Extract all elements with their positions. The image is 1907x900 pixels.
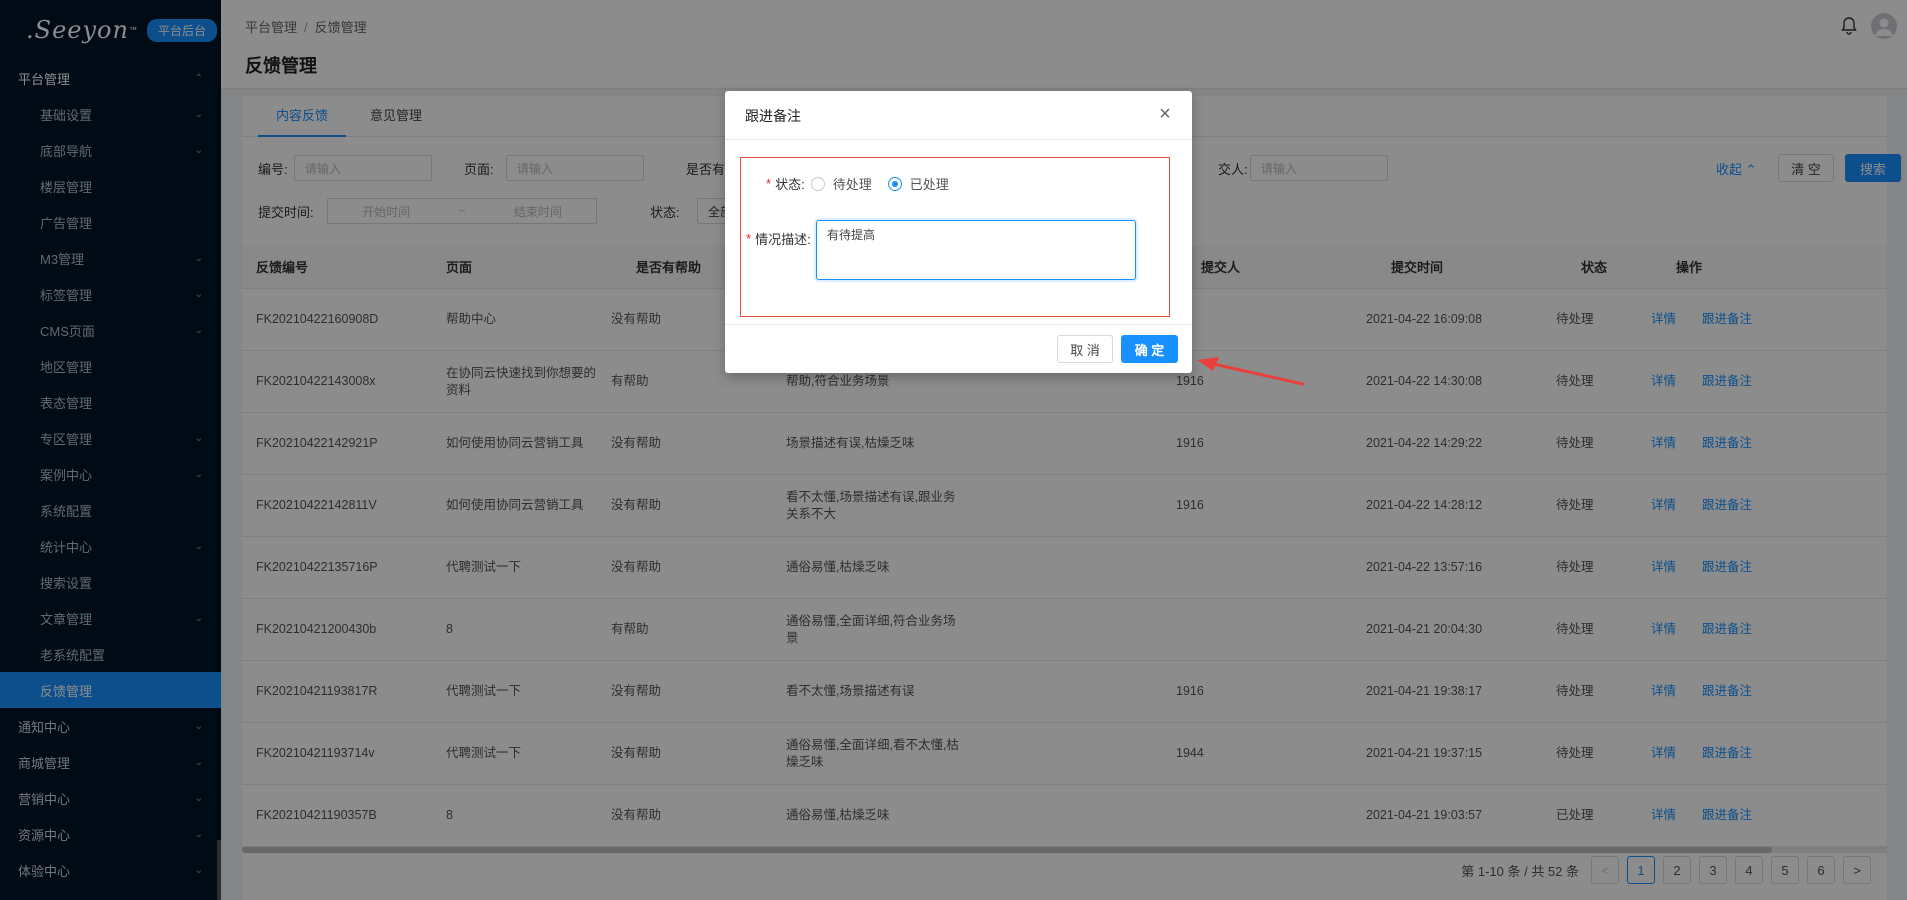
cancel-button[interactable]: 取 消: [1057, 335, 1113, 363]
close-icon[interactable]: ×: [1154, 103, 1176, 125]
desc-form-row: * 情况描述:: [746, 231, 811, 247]
status-field-label: 状态:: [775, 177, 805, 192]
modal-footer: 取 消 确 定: [725, 324, 1192, 373]
radio-checked-icon: [887, 176, 902, 191]
follow-up-note-modal: 跟进备注 × * 状态: 待处理 已处理 * 情况描述: 有待提高 取 消 确 …: [725, 91, 1192, 373]
radio-pending[interactable]: 待处理: [810, 174, 872, 193]
desc-field-label: 情况描述:: [755, 232, 811, 247]
radio-done[interactable]: 已处理: [887, 174, 949, 193]
radio-circle-icon: [810, 176, 825, 191]
red-arrow-annotation: [1197, 357, 1305, 386]
highlight-box: * 状态: 待处理 已处理 * 情况描述: 有待提高: [740, 157, 1170, 317]
modal-title: 跟进备注: [745, 108, 801, 124]
desc-textarea[interactable]: 有待提高: [816, 220, 1136, 280]
modal-header: 跟进备注 ×: [725, 91, 1192, 140]
confirm-button[interactable]: 确 定: [1121, 335, 1178, 363]
status-form-row: * 状态: 待处理 已处理: [766, 174, 949, 193]
